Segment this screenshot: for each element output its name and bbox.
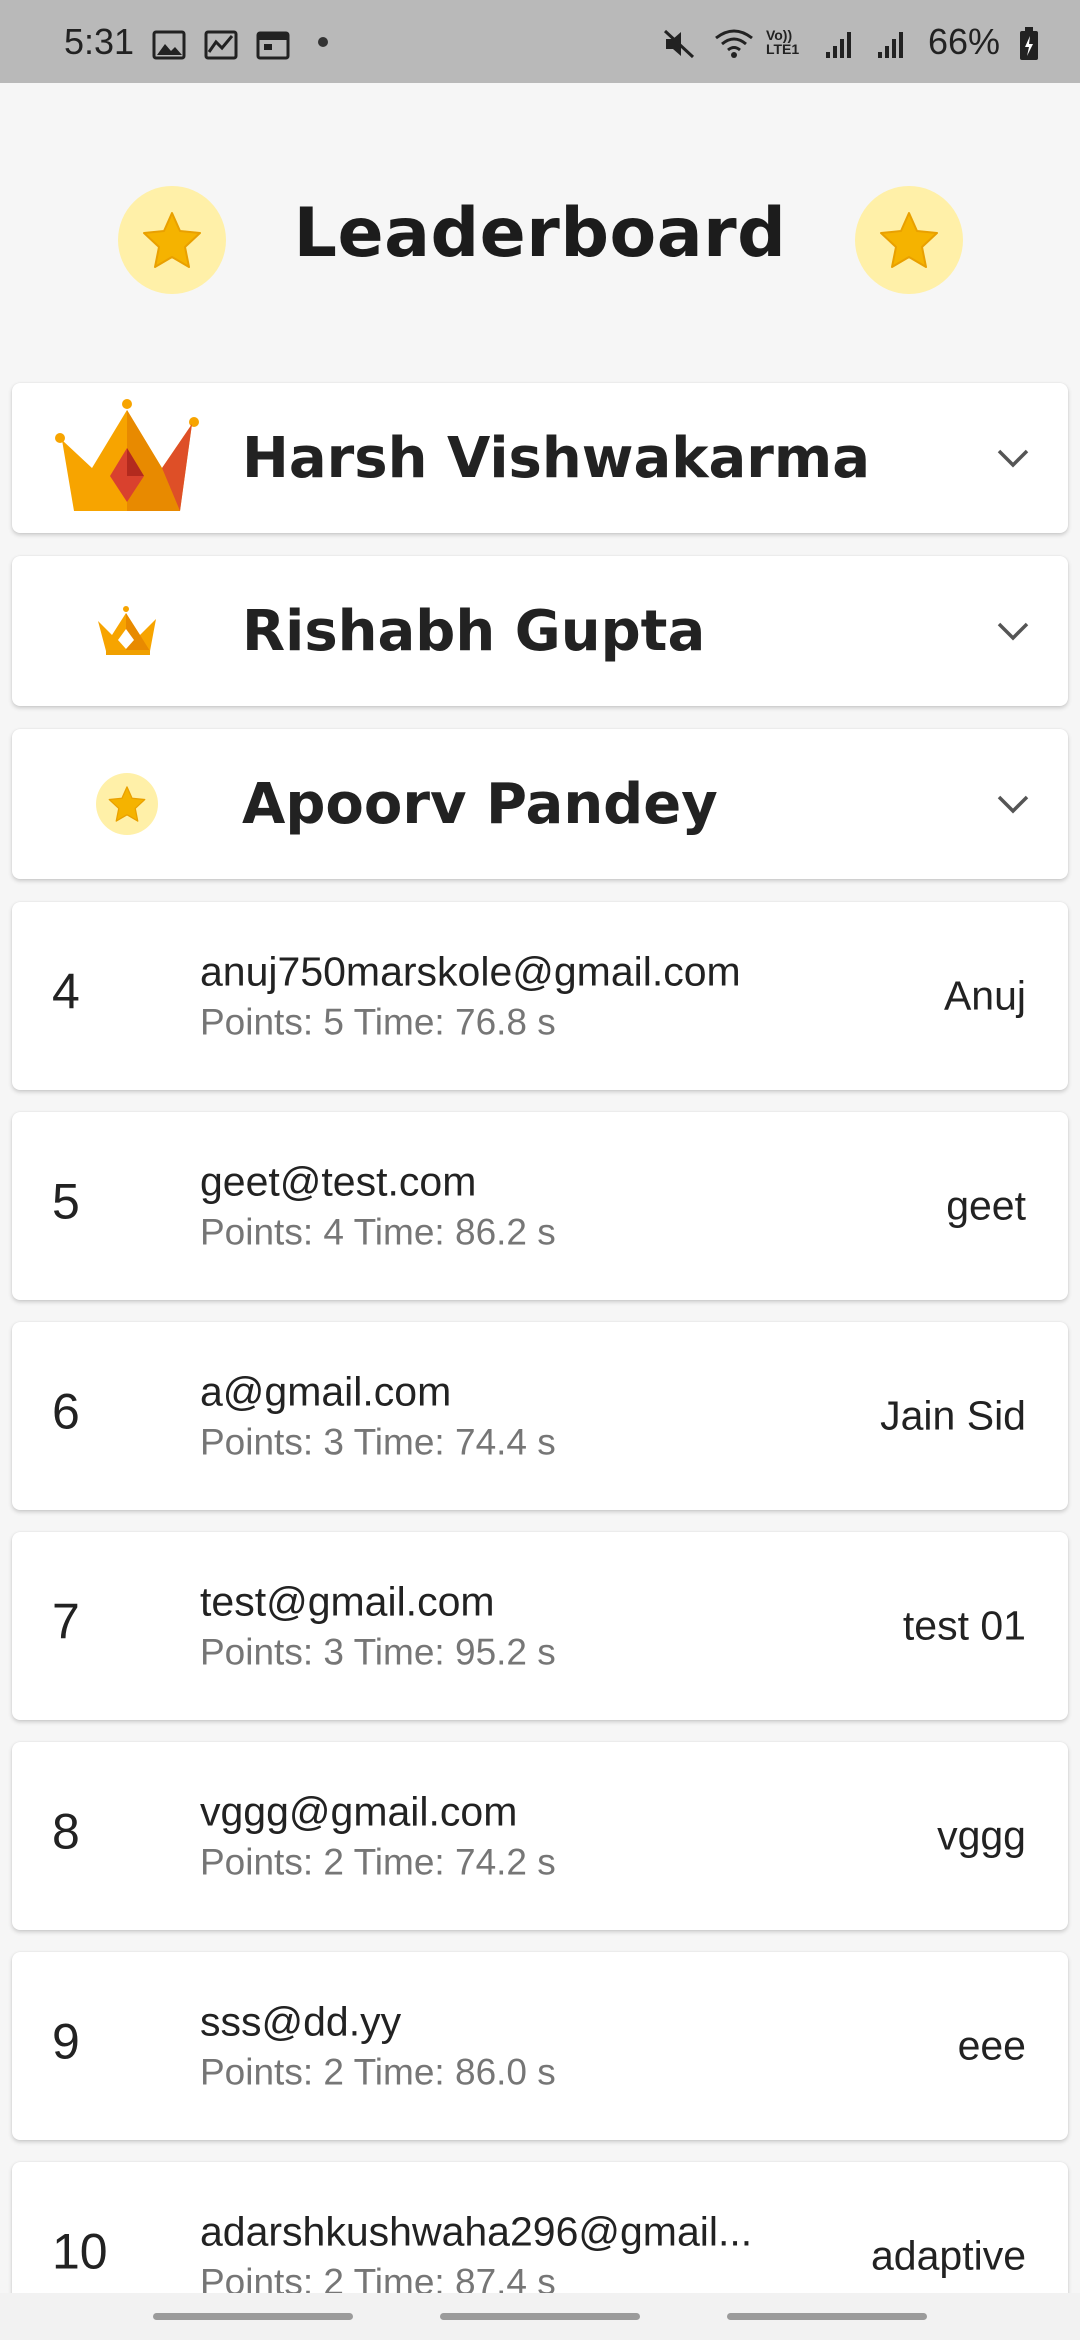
player-name: eee — [957, 2022, 1026, 2069]
top-player-name: Apoorv Pandey — [242, 771, 718, 837]
player-email: vggg@gmail.com — [200, 1788, 518, 1835]
player-stats: Points: 5 Time: 76.8 s — [200, 1001, 556, 1043]
back-button[interactable] — [726, 2313, 927, 2320]
calendar-icon — [256, 27, 290, 59]
list-item[interactable]: 10 adarshkushwaha296@gmail... Points: 2 … — [12, 2162, 1068, 2293]
player-email: test@gmail.com — [200, 1578, 495, 1625]
player-email: sss@dd.yy — [200, 1998, 402, 2045]
battery-icon — [1018, 26, 1040, 60]
navigation-bar — [0, 2293, 1080, 2340]
player-name: adaptive — [870, 2232, 1026, 2279]
home-button[interactable] — [439, 2313, 640, 2320]
list-item[interactable]: 6 a@gmail.com Points: 3 Time: 74.4 s Jai… — [12, 1322, 1068, 1510]
star-badge-icon — [12, 773, 242, 835]
wifi-icon — [714, 27, 753, 58]
star-icon — [855, 186, 963, 294]
image-icon — [152, 27, 186, 59]
player-email: a@gmail.com — [200, 1368, 452, 1415]
leaderboard-screen: Leaderboard Harsh Vishwakarma Rishabh Gu… — [0, 83, 1080, 2293]
chevron-down-icon[interactable] — [958, 620, 1068, 642]
player-stats: Points: 3 Time: 74.4 s — [200, 1421, 556, 1463]
rank-number: 7 — [52, 1593, 80, 1650]
player-stats: Points: 2 Time: 87.4 s — [200, 2261, 556, 2294]
header: Leaderboard — [0, 83, 1080, 383]
rank-number: 10 — [52, 2223, 108, 2280]
top-player-name: Harsh Vishwakarma — [242, 425, 871, 491]
recents-button[interactable] — [153, 2313, 354, 2320]
rank-number: 5 — [52, 1173, 80, 1230]
player-stats: Points: 2 Time: 86.0 s — [200, 2051, 556, 2093]
rank-number: 8 — [52, 1803, 80, 1860]
battery-percent: 66% — [927, 20, 1000, 62]
rank-number: 9 — [52, 2013, 80, 2070]
player-stats: Points: 4 Time: 86.2 s — [200, 1211, 556, 1253]
top-player-name: Rishabh Gupta — [242, 598, 706, 664]
large-crown-icon — [12, 398, 242, 518]
list-item[interactable]: 8 vggg@gmail.com Points: 2 Time: 74.2 s … — [12, 1742, 1068, 1930]
list-item[interactable]: 7 test@gmail.com Points: 3 Time: 95.2 s … — [12, 1532, 1068, 1720]
player-name: vggg — [937, 1812, 1026, 1859]
player-email: adarshkushwaha296@gmail... — [200, 2208, 753, 2255]
list-item[interactable]: 4 anuj750marskole@gmail.com Points: 5 Ti… — [12, 902, 1068, 1090]
list-item[interactable]: 5 geet@test.com Points: 4 Time: 86.2 s g… — [12, 1112, 1068, 1300]
top-player-card-3[interactable]: Apoorv Pandey — [12, 729, 1068, 879]
signal-icon — [824, 27, 858, 58]
signal-icon — [876, 27, 910, 58]
player-email: geet@test.com — [200, 1158, 477, 1205]
page-title: Leaderboard — [293, 193, 787, 273]
player-stats: Points: 3 Time: 95.2 s — [200, 1631, 556, 1673]
status-time: 5:31 — [64, 20, 135, 62]
player-name: geet — [946, 1182, 1026, 1229]
top-player-card-2[interactable]: Rishabh Gupta — [12, 556, 1068, 706]
small-crown-icon — [12, 603, 242, 659]
rank-number: 6 — [52, 1383, 80, 1440]
chevron-down-icon[interactable] — [958, 793, 1068, 815]
chart-icon — [204, 27, 238, 59]
player-name: test 01 — [902, 1602, 1026, 1649]
list-item[interactable]: 9 sss@dd.yy Points: 2 Time: 86.0 s eee — [12, 1952, 1068, 2140]
top-player-card-1[interactable]: Harsh Vishwakarma — [12, 383, 1068, 533]
status-bar: 5:31 Vo)) LTE1 66% — [0, 0, 1080, 83]
player-stats: Points: 2 Time: 74.2 s — [200, 1841, 556, 1883]
volte-icon: Vo)) LTE1 — [765, 26, 800, 57]
player-name: Jain Sid — [880, 1392, 1026, 1439]
chevron-down-icon[interactable] — [958, 447, 1068, 469]
star-icon — [118, 186, 226, 294]
mute-icon — [662, 27, 696, 58]
player-email: anuj750marskole@gmail.com — [200, 948, 741, 995]
dot-icon — [318, 36, 329, 47]
player-name: Anuj — [943, 972, 1026, 1019]
rank-number: 4 — [52, 963, 80, 1020]
